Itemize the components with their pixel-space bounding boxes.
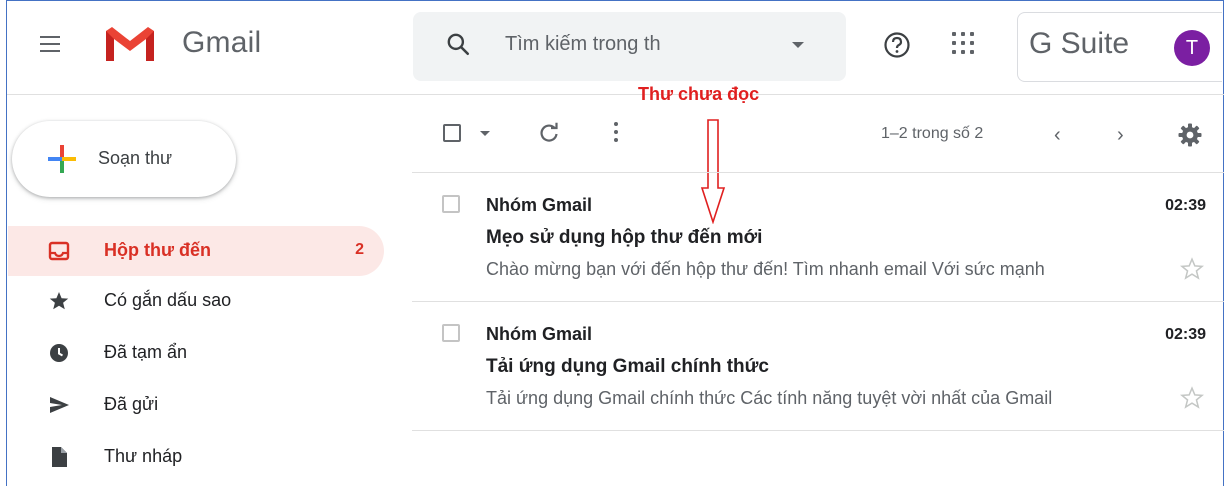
search-icon[interactable] <box>445 31 471 57</box>
refresh-icon[interactable] <box>538 122 560 144</box>
app-name: Gmail <box>182 26 262 59</box>
email-sender: Nhóm Gmail <box>486 195 593 215</box>
inbox-icon <box>48 241 70 261</box>
header-divider <box>7 94 1224 95</box>
gmail-logo-icon <box>106 27 154 61</box>
star-toggle-icon[interactable] <box>1180 386 1204 410</box>
sidebar-item-label: Thư nháp <box>104 446 183 466</box>
main-menu-icon[interactable] <box>40 36 66 56</box>
star-icon <box>49 292 69 310</box>
compose-button[interactable]: Soạn thư <box>12 121 236 197</box>
compose-label: Soạn thư <box>98 148 173 168</box>
sidebar-item-label: Có gắn dấu sao <box>104 290 232 310</box>
email-subject: Tải ứng dụng Gmail chính thức <box>486 356 769 377</box>
email-time: 02:39 <box>1165 326 1206 343</box>
avatar[interactable]: T <box>1174 30 1210 66</box>
email-checkbox[interactable] <box>442 195 460 213</box>
search-options-caret-icon[interactable] <box>792 42 804 48</box>
sidebar-item-label: Hộp thư đến <box>104 240 212 260</box>
sidebar-item-label: Đã tạm ẩn <box>104 342 188 362</box>
sidebar-item-inbox[interactable]: Hộp thư đến 2 <box>8 226 384 276</box>
help-icon[interactable] <box>882 30 912 60</box>
star-toggle-icon[interactable] <box>1180 257 1204 281</box>
send-icon <box>50 397 69 413</box>
select-all-checkbox[interactable] <box>443 124 461 142</box>
unread-annotation-label: Thư chưa đọc <box>638 84 760 104</box>
apps-grid-icon[interactable] <box>952 32 976 56</box>
draft-icon <box>52 447 67 467</box>
email-row[interactable]: Nhóm Gmail 02:39 Mẹo sử dụng hộp thư đến… <box>412 173 1224 302</box>
unread-count-badge: 2 <box>355 241 364 258</box>
email-checkbox[interactable] <box>442 324 460 342</box>
email-snippet: Chào mừng bạn với đến hộp thư đến! Tìm n… <box>486 259 1045 279</box>
email-subject: Mẹo sử dụng hộp thư đến mới <box>486 227 763 248</box>
email-snippet: Tải ứng dụng Gmail chính thức Các tính n… <box>486 388 1053 408</box>
prev-page-button[interactable]: ‹ <box>1054 124 1061 147</box>
sidebar-item-snoozed[interactable]: Đã tạm ẩn <box>8 328 384 378</box>
more-options-icon[interactable] <box>614 122 618 146</box>
pagination-text: 1–2 trong số 2 <box>881 125 984 142</box>
email-sender: Nhóm Gmail <box>486 324 593 344</box>
select-options-caret-icon[interactable] <box>480 131 490 136</box>
search-input[interactable] <box>505 30 755 58</box>
sidebar-item-label: Đã gửi <box>104 394 159 414</box>
email-time: 02:39 <box>1165 197 1206 214</box>
next-page-button[interactable]: › <box>1117 124 1124 147</box>
plus-icon <box>48 145 76 173</box>
sidebar-item-sent[interactable]: Đã gửi <box>8 380 384 430</box>
gsuite-logo: G Suite <box>1029 27 1130 60</box>
email-row[interactable]: Nhóm Gmail 02:39 Tải ứng dụng Gmail chín… <box>412 302 1224 431</box>
gear-icon[interactable] <box>1177 122 1203 148</box>
sidebar-item-starred[interactable]: Có gắn dấu sao <box>8 276 384 326</box>
clock-icon <box>50 344 68 362</box>
sidebar-item-drafts[interactable]: Thư nháp <box>8 432 384 482</box>
